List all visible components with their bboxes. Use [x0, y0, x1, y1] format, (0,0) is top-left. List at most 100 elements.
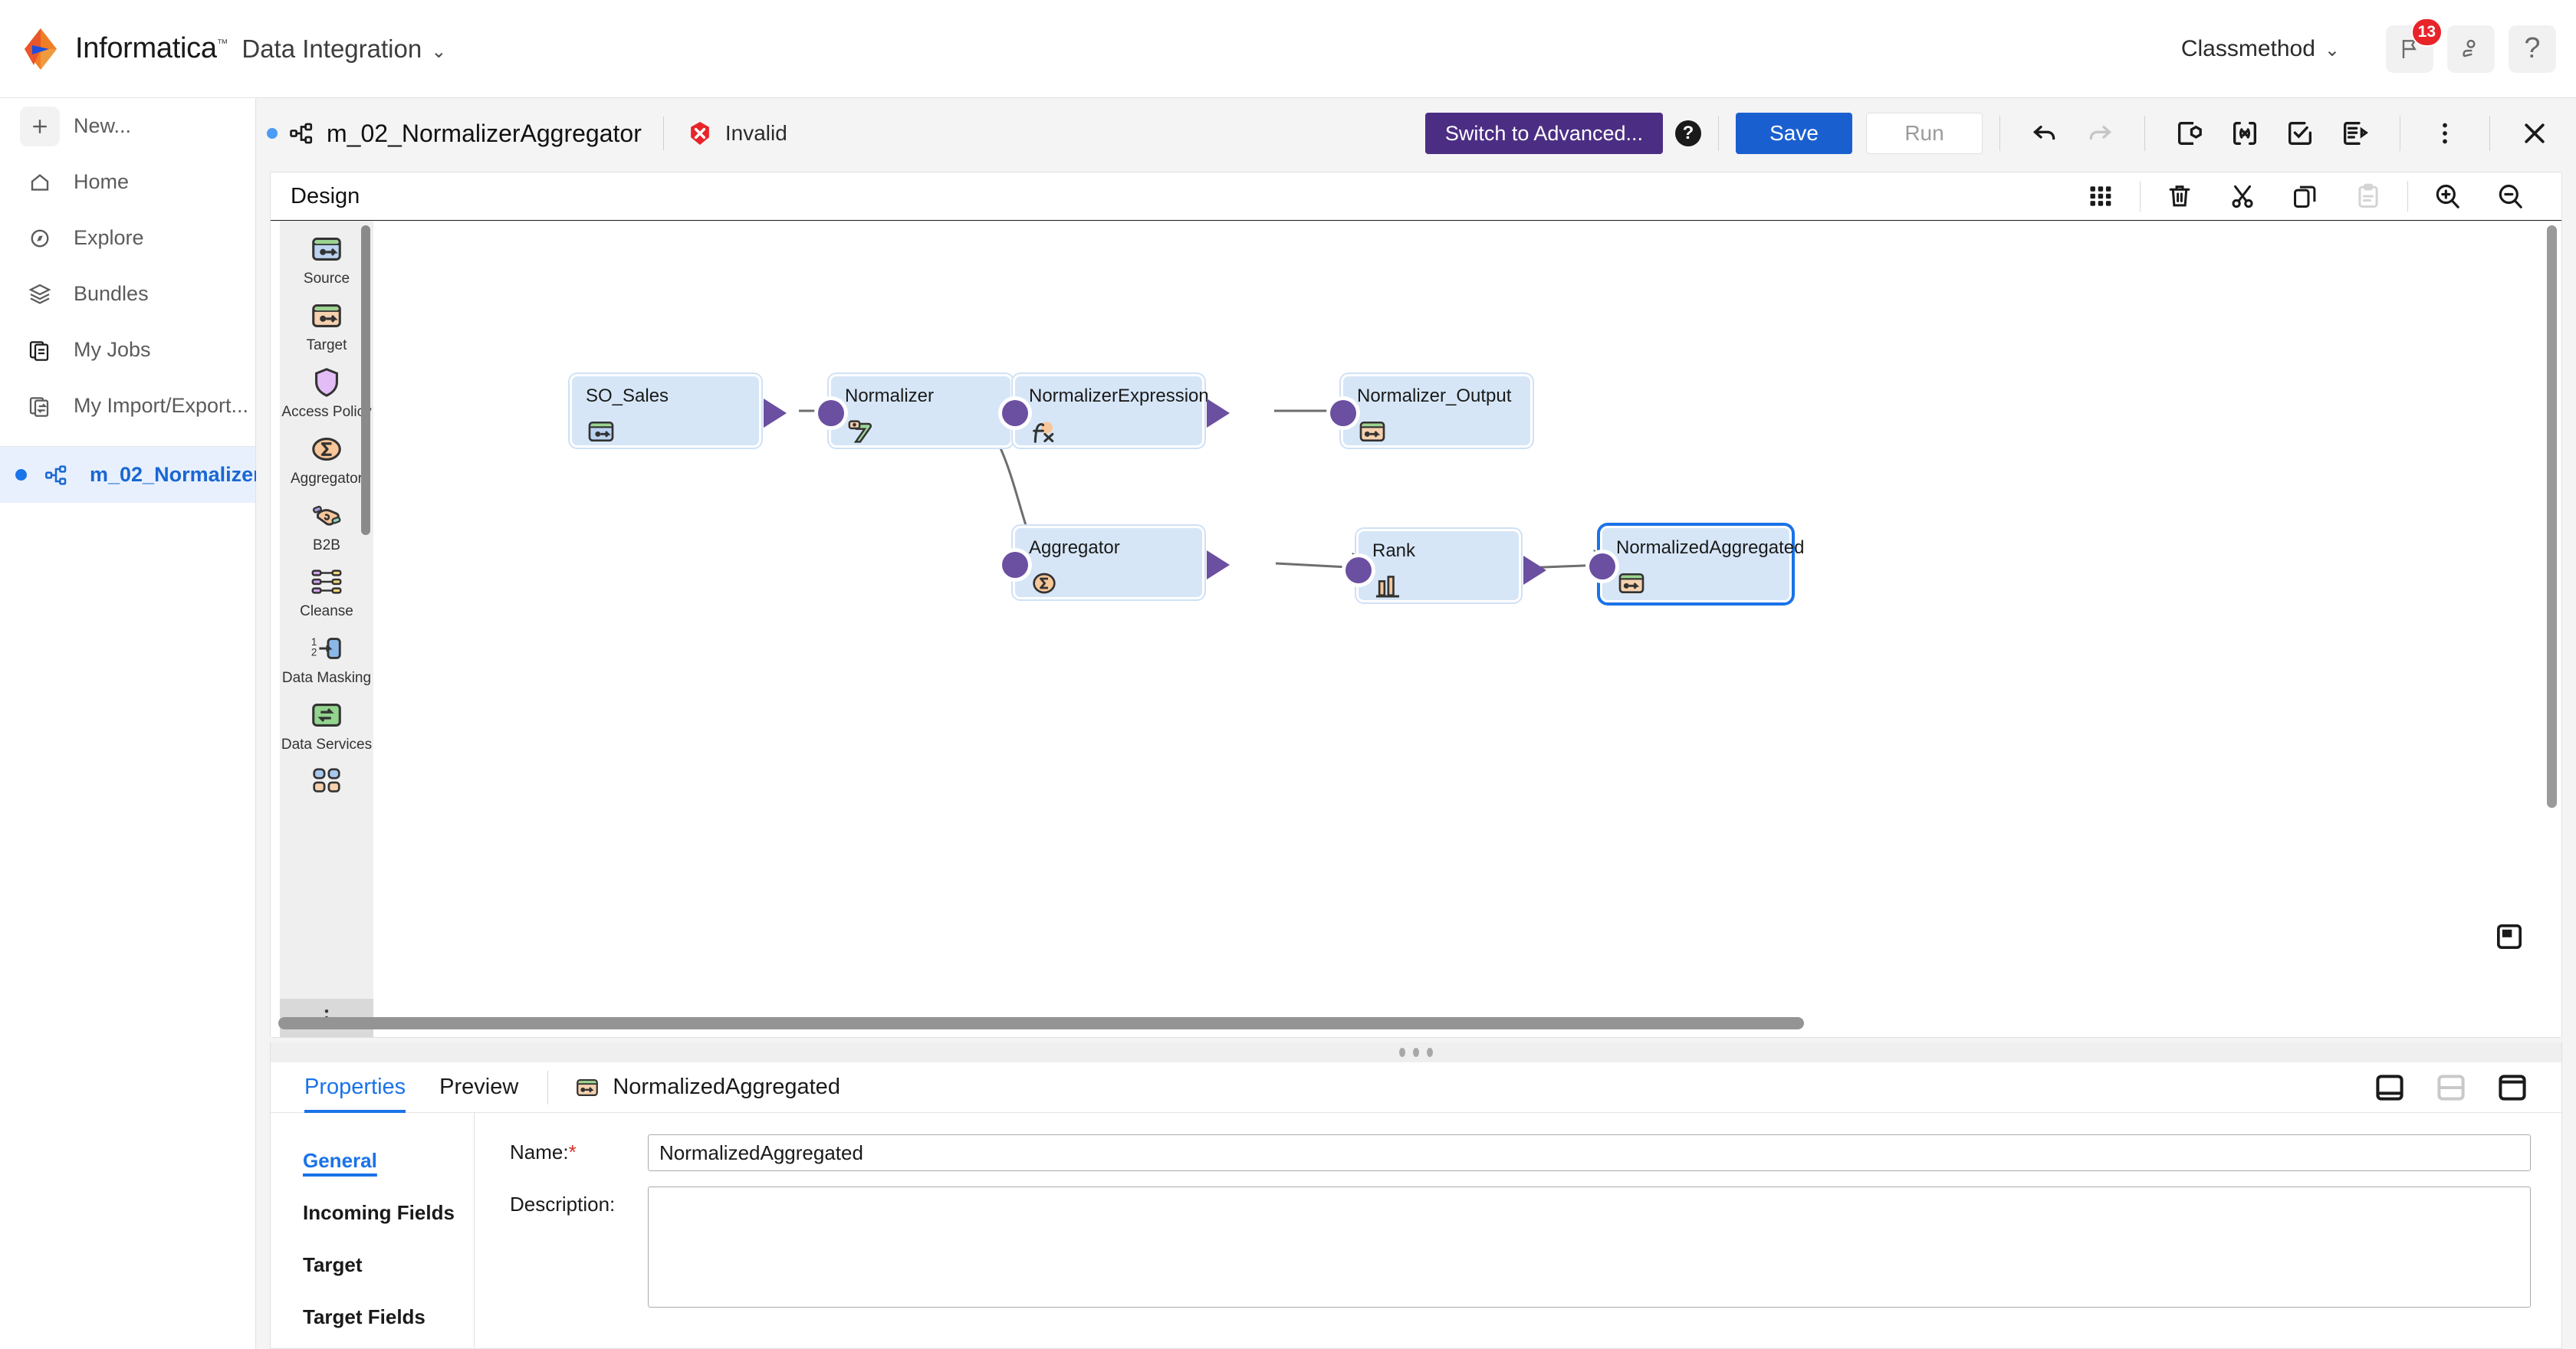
node-input-port[interactable] — [1589, 553, 1615, 579]
palette-item-label: Cleanse — [300, 603, 353, 620]
cleanse-icon — [309, 564, 344, 599]
user-profile-button[interactable] — [2447, 25, 2495, 73]
sidebar-item-my-import-export[interactable]: My Import/Export... — [0, 378, 255, 434]
palette-item-b2b[interactable]: B2B — [280, 487, 373, 554]
service-selector[interactable]: Data Integration ⌄ — [242, 34, 446, 64]
validate-icon[interactable] — [2279, 112, 2321, 155]
parameters-icon[interactable] — [2168, 112, 2211, 155]
page-title: m_02_NormalizerAggregator — [327, 119, 642, 147]
mapping-details-icon[interactable] — [2334, 112, 2377, 155]
switch-to-advanced-button[interactable]: Switch to Advanced... — [1424, 113, 1663, 154]
close-icon[interactable] — [2513, 112, 2556, 155]
node-output-port[interactable] — [1207, 550, 1230, 579]
general-properties-form: Name:* Description: — [475, 1113, 2561, 1347]
grid-icon[interactable] — [2080, 176, 2121, 217]
more-vertical-icon[interactable] — [2423, 112, 2466, 155]
user-icon — [2463, 39, 2476, 57]
node-input-port[interactable] — [1346, 557, 1372, 583]
node-input-port[interactable] — [1002, 400, 1028, 426]
properties-section-target-fields[interactable]: Target Fields — [271, 1291, 474, 1343]
jobs-icon — [20, 330, 60, 370]
palette-item-data-masking[interactable]: 12 Data Masking — [280, 620, 373, 687]
canvas-node-so-sales[interactable]: SO_Sales — [570, 374, 787, 448]
help-button[interactable]: ? — [2509, 25, 2556, 73]
advanced-help-icon[interactable]: ? — [1675, 120, 1701, 146]
unsaved-indicator-dot — [267, 128, 278, 139]
palette-item-target[interactable]: Target — [280, 287, 373, 354]
divider — [2144, 116, 2145, 151]
zoom-out-icon[interactable] — [2489, 176, 2531, 217]
selected-object-name: NormalizedAggregated — [613, 1075, 840, 1099]
canvas-node-rank[interactable]: Rank — [1346, 529, 1546, 602]
node-output-port[interactable] — [1523, 556, 1546, 585]
divider — [2407, 181, 2408, 212]
sidebar-item-explore[interactable]: Explore — [0, 210, 255, 266]
palette-item-access-policy[interactable]: Access Policy — [280, 354, 373, 421]
source-icon — [309, 231, 344, 267]
cut-icon[interactable] — [2222, 176, 2263, 217]
tab-preview[interactable]: Preview — [439, 1062, 518, 1113]
notifications-button[interactable]: 13 — [2386, 17, 2443, 73]
fit-to-window-icon[interactable] — [2494, 921, 2525, 952]
mapping-canvas[interactable]: SO_Sales Normalizer NormalizerExpression… — [373, 221, 2561, 999]
mapping-icon — [288, 120, 314, 146]
palette-item-data-services[interactable]: Data Services — [280, 687, 373, 753]
canvas-node-normalizer[interactable]: Normalizer — [818, 374, 1038, 448]
properties-section-target[interactable]: Target — [271, 1239, 474, 1291]
node-output-port[interactable] — [764, 399, 787, 428]
panel-splitter[interactable] — [270, 1042, 2562, 1062]
node-input-port[interactable] — [1002, 552, 1028, 578]
sidebar-item-open-mapping[interactable]: m_02_Normalizer... — [0, 447, 278, 503]
canvas-node-normalizer-expression[interactable]: NormalizerExpression — [1002, 374, 1230, 448]
delete-icon[interactable] — [2159, 176, 2200, 217]
org-switcher[interactable]: Classmethod ⌄ — [2181, 36, 2340, 62]
palette-item-label: B2B — [313, 537, 340, 553]
canvas-node-normalizer-output[interactable]: Normalizer_Output — [1330, 374, 1533, 448]
properties-section-field-mapping[interactable]: Field Mapping — [271, 1343, 474, 1349]
expression-macro-icon[interactable] — [2223, 112, 2266, 155]
properties-section-incoming-fields[interactable]: Incoming Fields — [271, 1187, 474, 1239]
brand-trademark: ™ — [216, 37, 228, 51]
node-label: Rank — [1372, 540, 1416, 561]
brand-area[interactable]: Informatica™ Data Integration ⌄ — [17, 25, 446, 73]
node-input-port[interactable] — [1330, 400, 1356, 426]
palette-item-more[interactable] — [280, 753, 373, 804]
palette-item-source[interactable]: Source — [280, 221, 373, 287]
sidebar-item-my-jobs[interactable]: My Jobs — [0, 322, 255, 378]
sidebar-item-bundles[interactable]: Bundles — [0, 266, 255, 322]
canvas-horizontal-scrollbar[interactable] — [278, 1017, 1804, 1029]
description-textarea[interactable] — [648, 1187, 2531, 1308]
canvas-node-aggregator[interactable]: Aggregator — [1002, 526, 1230, 599]
b2b-icon — [309, 498, 344, 533]
node-input-port[interactable] — [818, 400, 844, 426]
run-button[interactable]: Run — [1866, 113, 1983, 154]
palette-item-aggregator[interactable]: Aggregator — [280, 421, 373, 487]
node-output-port[interactable] — [1207, 399, 1230, 428]
compass-icon — [20, 218, 60, 258]
status-badge: Invalid — [685, 119, 787, 148]
aggregator-icon — [1029, 568, 1060, 599]
copy-icon[interactable] — [2285, 176, 2326, 217]
selected-object-chip[interactable]: NormalizedAggregated — [574, 1075, 840, 1101]
split-horizontal-icon[interactable] — [2434, 1071, 2468, 1104]
notification-badge: 13 — [2410, 17, 2443, 47]
sidebar-item-label: Home — [74, 170, 130, 193]
palette-item-cleanse[interactable]: Cleanse — [280, 553, 373, 620]
node-label: SO_Sales — [586, 386, 669, 406]
left-sidebar: New... Home Explore Bundles My Jobs My I… — [0, 98, 278, 1349]
name-input[interactable] — [648, 1134, 2531, 1171]
properties-section-general[interactable]: General — [271, 1134, 474, 1187]
zoom-in-icon[interactable] — [2426, 176, 2468, 217]
divider — [547, 1070, 549, 1104]
canvas-vertical-scrollbar[interactable] — [2547, 225, 2557, 808]
sidebar-item-home[interactable]: Home — [0, 154, 255, 210]
dock-full-icon[interactable] — [2496, 1071, 2529, 1104]
canvas-node-normalized-aggregated[interactable]: NormalizedAggregated — [1589, 526, 1804, 602]
save-button[interactable]: Save — [1736, 113, 1852, 154]
tab-properties[interactable]: Properties — [304, 1062, 406, 1113]
sidebar-item-new[interactable]: New... — [0, 98, 255, 154]
undo-icon[interactable] — [2023, 112, 2066, 155]
palette-scrollbar[interactable] — [361, 225, 370, 535]
home-icon — [20, 162, 60, 202]
dock-bottom-icon[interactable] — [2373, 1071, 2407, 1104]
